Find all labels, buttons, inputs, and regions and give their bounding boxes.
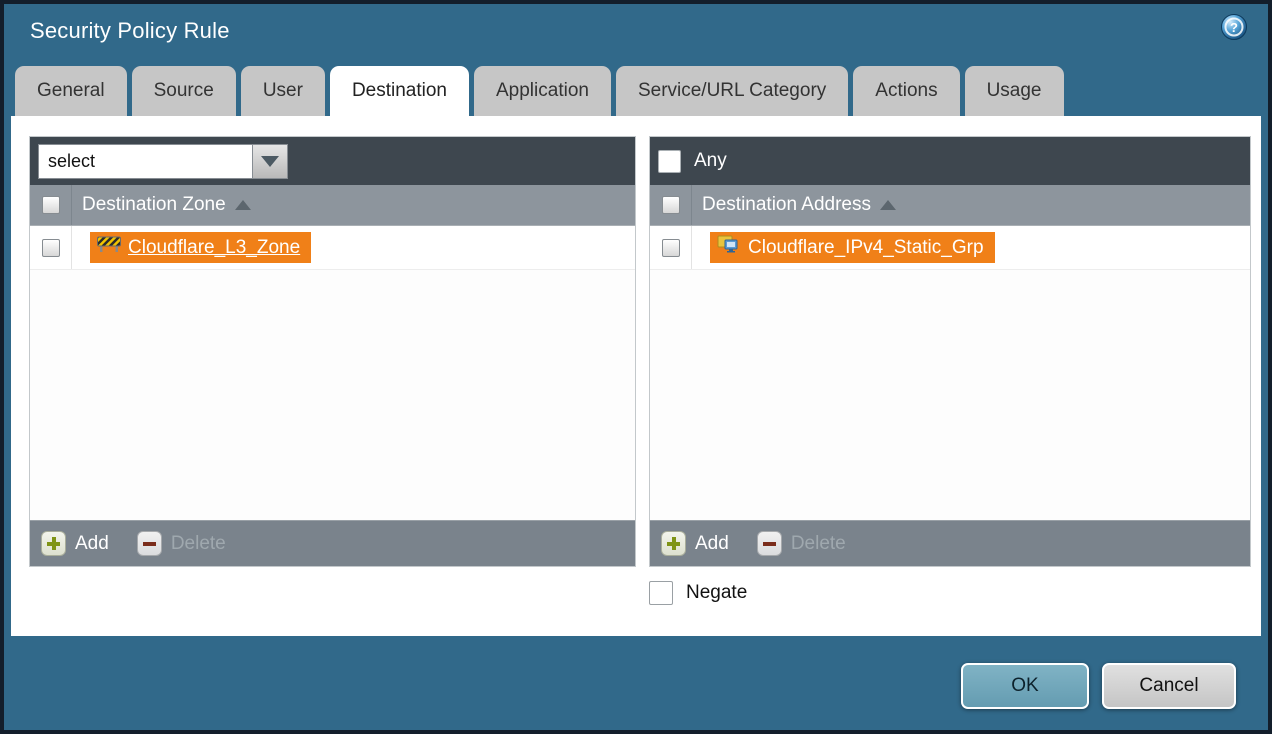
zone-row-checkbox[interactable] [42,239,60,257]
plus-icon [661,531,686,556]
zone-select-all-checkbox[interactable] [42,196,60,214]
zone-entry-label: Cloudflare_L3_Zone [128,237,300,259]
chevron-down-icon [261,156,279,167]
any-label: Any [694,150,727,172]
zone-select[interactable]: select [38,144,288,179]
tab-destination[interactable]: Destination [330,66,469,116]
cancel-button[interactable]: Cancel [1102,663,1236,709]
delete-button[interactable]: Delete [137,531,226,556]
zone-icon [97,236,121,259]
tab-bar: General Source User Destination Applicat… [15,66,1064,116]
sort-asc-icon[interactable] [880,200,896,210]
security-policy-rule-dialog: Security Policy Rule ? General Source Us… [0,0,1272,734]
zone-select-dropdown-button[interactable] [253,144,288,179]
add-button-label: Add [695,533,729,555]
destination-zone-panel: select Destination Zone [29,136,636,567]
plus-icon [41,531,66,556]
delete-button-label: Delete [791,533,846,555]
any-checkbox[interactable] [658,150,681,173]
add-button-label: Add [75,533,109,555]
zone-table-header: Destination Zone [30,185,635,226]
address-table-body: Cloudflare_IPv4_Static_Grp [650,226,1250,520]
dialog-footer: OK Cancel [961,663,1236,709]
address-header-checkbox-cell [650,185,692,225]
address-entry[interactable]: Cloudflare_IPv4_Static_Grp [710,232,995,263]
any-strip: Any [650,137,1250,185]
minus-icon [137,531,162,556]
zone-column-header: Destination Zone [82,194,226,216]
tab-general[interactable]: General [15,66,127,116]
destination-address-panel: Any Destination Address [649,136,1251,567]
tab-source[interactable]: Source [132,66,236,116]
minus-icon [757,531,782,556]
tab-user[interactable]: User [241,66,325,116]
help-icon[interactable]: ? [1220,13,1248,41]
tab-actions[interactable]: Actions [853,66,959,116]
zone-select-value[interactable]: select [38,144,253,179]
negate-option: Negate [649,581,747,605]
delete-button-label: Delete [171,533,226,555]
negate-label: Negate [686,582,747,604]
address-row-checkbox-cell [650,226,692,269]
destination-tab-content: select Destination Zone [11,116,1261,636]
page-title: Security Policy Rule [30,18,230,44]
zone-toolbar: Add Delete [30,520,635,566]
address-select-all-checkbox[interactable] [662,196,680,214]
zone-select-strip: select [30,137,635,185]
tab-service-url-category[interactable]: Service/URL Category [616,66,848,116]
address-row-checkbox[interactable] [662,239,680,257]
zone-header-checkbox-cell [30,185,72,225]
table-row: Cloudflare_L3_Zone [30,226,635,270]
tab-application[interactable]: Application [474,66,611,116]
address-entry-label: Cloudflare_IPv4_Static_Grp [748,237,984,259]
tab-usage[interactable]: Usage [965,66,1064,116]
delete-button[interactable]: Delete [757,531,846,556]
title-bar: Security Policy Rule ? [4,4,1268,62]
address-group-icon [717,235,741,260]
zone-row-checkbox-cell [30,226,72,269]
negate-checkbox[interactable] [649,581,673,605]
table-row: Cloudflare_IPv4_Static_Grp [650,226,1250,270]
add-button[interactable]: Add [41,531,109,556]
address-toolbar: Add Delete [650,520,1250,566]
address-column-header: Destination Address [702,194,871,216]
ok-button[interactable]: OK [961,663,1089,709]
sort-asc-icon[interactable] [235,200,251,210]
address-table-header: Destination Address [650,185,1250,226]
zone-table-body: Cloudflare_L3_Zone [30,226,635,520]
add-button[interactable]: Add [661,531,729,556]
zone-entry[interactable]: Cloudflare_L3_Zone [90,232,311,263]
svg-text:?: ? [1230,20,1238,35]
